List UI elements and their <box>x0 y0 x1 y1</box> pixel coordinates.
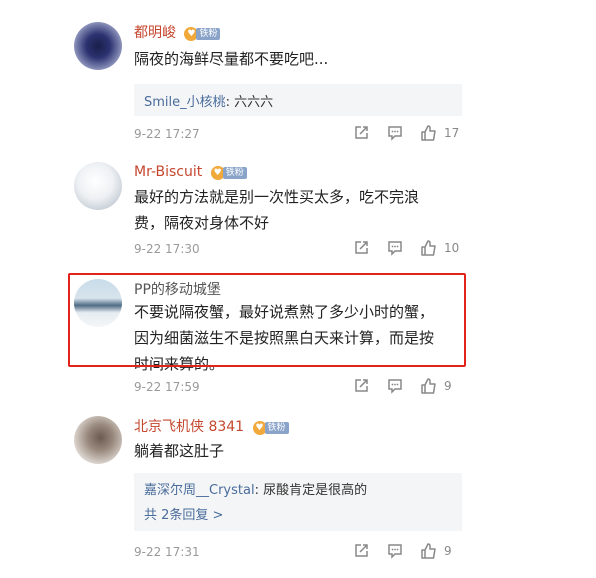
comment-actions: 10 <box>352 239 464 257</box>
fan-badge: ♥ 铁粉 <box>184 27 221 41</box>
fan-badge-label: 铁粉 <box>264 422 289 434</box>
username[interactable]: 都明峻 ♥ 铁粉 <box>134 22 221 42</box>
comment-icon[interactable] <box>386 377 404 395</box>
reply-text: : 尿酸肯定是很高的 <box>254 483 368 498</box>
username[interactable]: Mr-Biscuit ♥ 铁粉 <box>134 164 247 180</box>
thumbs-up-icon[interactable] <box>420 542 438 560</box>
username-text[interactable]: Mr-Biscuit <box>134 164 202 180</box>
timestamp: 9-22 17:30 <box>134 242 200 256</box>
comment-line: 躺着都这肚子 <box>134 442 225 460</box>
username[interactable]: 北京飞机侠 8341 ♥ 铁粉 <box>134 416 289 436</box>
like-count: 10 <box>444 241 460 255</box>
comment-text: 隔夜的海鲜尽量都不要吃吧... <box>134 46 464 72</box>
comment-line: 隔夜的海鲜尽量都不要吃吧... <box>134 50 329 68</box>
fan-badge: ♥ 铁粉 <box>210 166 247 180</box>
fan-badge-label: 铁粉 <box>222 167 247 179</box>
comment-actions: 9 <box>352 542 464 560</box>
comment-line: 最好的方法就是别一次性买太多，吃不完浪 <box>134 188 420 206</box>
avatar[interactable] <box>74 416 122 464</box>
thumbs-up-icon[interactable] <box>420 124 438 142</box>
fan-badge: ♥ 铁粉 <box>252 421 289 435</box>
reply-box[interactable]: Smile_小核桃: 六六六 <box>134 84 462 116</box>
share-icon[interactable] <box>352 542 370 560</box>
fan-badge-label: 铁粉 <box>196 28 221 40</box>
timestamp: 9-22 17:27 <box>134 127 200 141</box>
like-count: 9 <box>444 544 452 558</box>
share-icon[interactable] <box>352 124 370 142</box>
comment-icon[interactable] <box>386 542 404 560</box>
username-text[interactable]: 北京飞机侠 8341 <box>134 419 244 435</box>
username-text[interactable]: 都明峻 <box>134 25 176 41</box>
reply-username[interactable]: 嘉深尔周__Crystal <box>144 483 255 498</box>
avatar[interactable] <box>74 162 122 210</box>
comment-icon[interactable] <box>386 239 404 257</box>
reply-text: : 六六六 <box>225 95 274 110</box>
comment-actions: 17 <box>352 124 464 142</box>
highlight-box <box>68 273 466 367</box>
reply-username[interactable]: Smile_小核桃 <box>144 95 226 110</box>
like-count: 9 <box>444 379 452 393</box>
timestamp: 9-22 17:31 <box>134 545 200 559</box>
comment-text: 最好的方法就是别一次性买太多，吃不完浪 费，隔夜对身体不好 <box>134 184 464 236</box>
comment-actions: 9 <box>352 377 464 395</box>
share-icon[interactable] <box>352 239 370 257</box>
like-count: 17 <box>444 126 460 140</box>
thumbs-up-icon[interactable] <box>420 377 438 395</box>
comment-icon[interactable] <box>386 124 404 142</box>
comment-line: 费，隔夜对身体不好 <box>134 214 270 232</box>
share-icon[interactable] <box>352 377 370 395</box>
comment-text: 躺着都这肚子 <box>134 438 464 464</box>
more-replies-link[interactable]: 共 2条回复 > <box>144 504 452 523</box>
reply-box[interactable]: 嘉深尔周__Crystal: 尿酸肯定是很高的 共 2条回复 > <box>134 473 462 531</box>
timestamp: 9-22 17:59 <box>134 380 200 394</box>
avatar[interactable] <box>74 22 122 70</box>
thumbs-up-icon[interactable] <box>420 239 438 257</box>
